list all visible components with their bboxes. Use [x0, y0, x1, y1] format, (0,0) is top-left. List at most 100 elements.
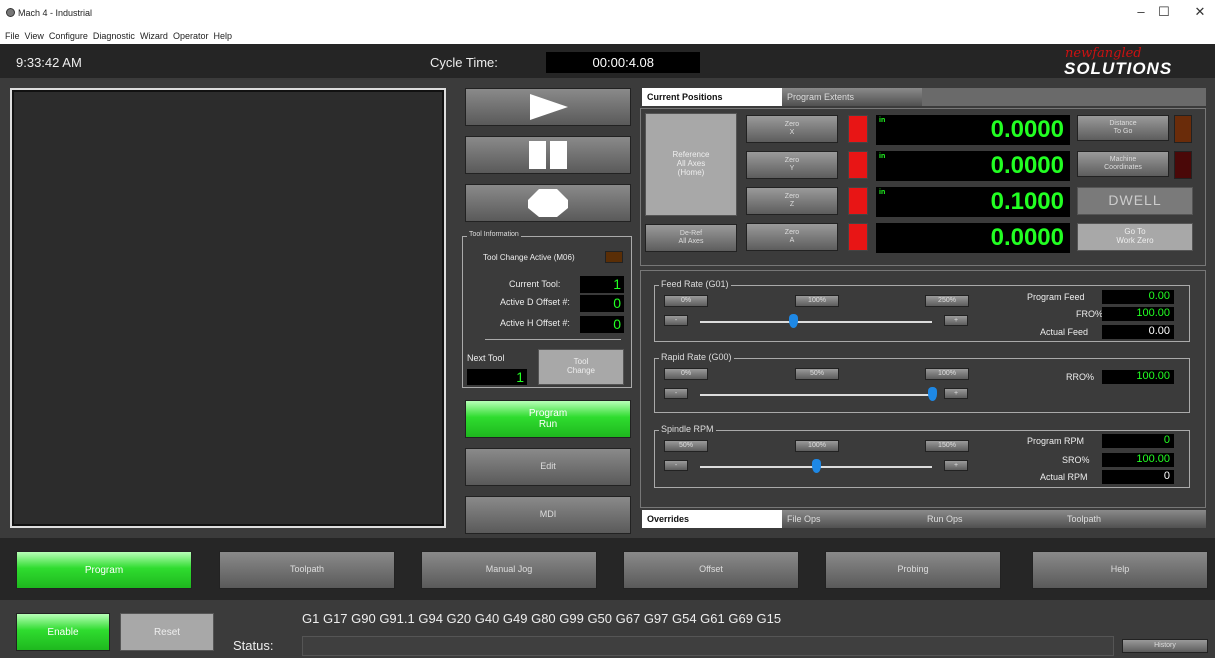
tab-toolpath[interactable]: Toolpath — [1062, 510, 1206, 528]
dro-x-unit: in — [879, 117, 886, 124]
rapid-increment-button[interactable]: + — [944, 388, 968, 399]
d-offset-label: Active D Offset #: — [500, 297, 570, 307]
stop-button[interactable] — [465, 184, 631, 222]
rapid-preset-mid-button[interactable]: 50% — [795, 368, 839, 380]
reset-button[interactable]: Reset — [120, 613, 214, 651]
tool-info-group: Tool Information Tool Change Active (M06… — [462, 231, 632, 388]
tab-overrides[interactable]: Overrides — [642, 510, 782, 528]
zero-x-button[interactable]: Zero X — [746, 115, 838, 143]
rapid-decrement-button[interactable]: - — [664, 388, 688, 399]
tab-file-ops[interactable]: File Ops — [782, 510, 922, 528]
cycle-start-button[interactable] — [465, 88, 631, 126]
h-offset-value: 0 — [580, 316, 624, 333]
menu-view[interactable]: View — [25, 31, 44, 41]
rapid-preset-low-button[interactable]: 0% — [664, 368, 708, 380]
distance-to-go-button[interactable]: Distance To Go — [1077, 115, 1169, 141]
spindle-decrement-button[interactable]: - — [664, 460, 688, 471]
rapid-rate-group: Rapid Rate (G00) — [654, 352, 1190, 413]
dro-x-value: 0.0000 — [990, 116, 1064, 143]
enable-button[interactable]: Enable — [16, 613, 110, 651]
zero-y-button[interactable]: Zero Y — [746, 151, 838, 179]
feed-increment-button[interactable]: + — [944, 315, 968, 326]
tab-program-extents[interactable]: Program Extents — [782, 88, 922, 106]
tab-run-ops[interactable]: Run Ops — [922, 510, 1062, 528]
axis-z-led — [848, 187, 868, 215]
menu-help[interactable]: Help — [213, 31, 232, 41]
edit-button[interactable]: Edit — [465, 448, 631, 486]
machine-coordinates-button[interactable]: Machine Coordinates — [1077, 151, 1169, 177]
nav-toolpath-button[interactable]: Toolpath — [219, 551, 395, 589]
actual-feed-label: Actual Feed — [1040, 327, 1089, 337]
nav-offset-button[interactable]: Offset — [623, 551, 799, 589]
logo-bottom: SOLUTIONS — [1064, 59, 1173, 78]
fro-label: FRO% — [1076, 309, 1103, 319]
close-button[interactable]: ✕ — [1185, 4, 1215, 20]
active-gcodes: G1 G17 G90 G91.1 G94 G20 G40 G49 G80 G99… — [302, 611, 782, 626]
rapid-rate-legend: Rapid Rate (G00) — [659, 352, 734, 362]
rapid-slider-track[interactable] — [700, 394, 932, 396]
sro-value: 100.00 — [1102, 453, 1174, 467]
go-to-work-zero-button[interactable]: Go To Work Zero — [1077, 223, 1193, 251]
menu-configure[interactable]: Configure — [49, 31, 88, 41]
actual-rpm-value: 0 — [1102, 470, 1174, 484]
feed-hold-button[interactable] — [465, 136, 631, 174]
dro-a-value: 0.0000 — [990, 224, 1064, 251]
menu-wizard[interactable]: Wizard — [140, 31, 168, 41]
spindle-slider-handle[interactable] — [812, 459, 821, 473]
dro-x: in 0.0000 — [876, 115, 1070, 145]
nav-program-button[interactable]: Program — [16, 551, 192, 589]
dro-z-value: 0.1000 — [990, 188, 1064, 215]
next-tool-value: 1 — [467, 369, 527, 385]
window-title: Mach 4 - Industrial — [18, 8, 93, 18]
reference-all-axes-button[interactable]: Reference All Axes (Home) — [645, 113, 737, 216]
current-tool-value: 1 — [580, 276, 624, 293]
axis-x-led — [848, 115, 868, 143]
fro-value: 100.00 — [1102, 307, 1174, 321]
nav-manual-jog-button[interactable]: Manual Jog — [421, 551, 597, 589]
axis-y-led — [848, 151, 868, 179]
menu-operator[interactable]: Operator — [173, 31, 209, 41]
program-feed-label: Program Feed — [1027, 292, 1085, 302]
menu-file[interactable]: File — [5, 31, 20, 41]
spindle-rpm-legend: Spindle RPM — [659, 424, 716, 434]
feed-rate-legend: Feed Rate (G01) — [659, 279, 731, 289]
feed-preset-high-button[interactable]: 250% — [925, 295, 969, 307]
menu-bar: File View Configure Diagnostic Wizard Operato… — [0, 30, 1215, 44]
spindle-preset-low-button[interactable]: 50% — [664, 440, 708, 452]
tab-strip-filler — [922, 88, 1206, 106]
tab-current-positions[interactable]: Current Positions — [642, 88, 782, 106]
rapid-slider-handle[interactable] — [928, 387, 937, 401]
spindle-preset-mid-button[interactable]: 100% — [795, 440, 839, 452]
nav-probing-button[interactable]: Probing — [825, 551, 1001, 589]
menu-diagnostic[interactable]: Diagnostic — [93, 31, 135, 41]
maximize-button[interactable]: ☐ — [1149, 4, 1179, 20]
feed-slider-track[interactable] — [700, 321, 932, 323]
spindle-preset-high-button[interactable]: 150% — [925, 440, 969, 452]
toolpath-view[interactable] — [10, 88, 446, 528]
zero-z-button[interactable]: Zero Z — [746, 187, 838, 215]
dro-y-value: 0.0000 — [990, 152, 1064, 179]
mdi-button[interactable]: MDI — [465, 496, 631, 534]
rapid-preset-high-button[interactable]: 100% — [925, 368, 969, 380]
feed-slider-handle[interactable] — [789, 314, 798, 328]
feed-preset-low-button[interactable]: 0% — [664, 295, 708, 307]
d-offset-value: 0 — [580, 295, 624, 312]
actual-rpm-label: Actual RPM — [1040, 472, 1088, 482]
feed-decrement-button[interactable]: - — [664, 315, 688, 326]
tool-change-led — [605, 251, 623, 263]
dro-z: in 0.1000 — [876, 187, 1070, 217]
dro-y-unit: in — [879, 153, 886, 160]
history-button[interactable]: History — [1122, 639, 1208, 653]
spindle-increment-button[interactable]: + — [944, 460, 968, 471]
cycle-time-value: 00:00:4.08 — [546, 52, 700, 73]
tool-change-button[interactable]: Tool Change — [538, 349, 624, 385]
axis-a-led — [848, 223, 868, 251]
program-run-button[interactable]: Program Run — [465, 400, 631, 438]
tool-change-active-label: Tool Change Active (M06) — [483, 253, 575, 262]
deref-all-axes-button[interactable]: De-Ref All Axes — [645, 224, 737, 252]
feed-preset-mid-button[interactable]: 100% — [795, 295, 839, 307]
divider — [485, 339, 621, 340]
zero-a-button[interactable]: Zero A — [746, 223, 838, 251]
distance-led — [1174, 115, 1192, 143]
nav-help-button[interactable]: Help — [1032, 551, 1208, 589]
